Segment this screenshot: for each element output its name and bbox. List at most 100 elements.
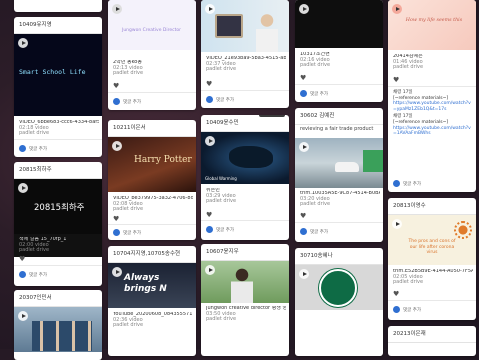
add-comment[interactable]: 댓글 추가 — [206, 96, 234, 103]
thumbnail-text: 20815최하주 — [34, 203, 85, 213]
play-icon[interactable] — [392, 4, 402, 14]
like-icon[interactable]: ♥ — [300, 74, 306, 82]
comment-link[interactable]: https://www.youtube.com/watch?v=ypaMz1ZE… — [393, 101, 472, 112]
play-icon[interactable] — [112, 267, 122, 277]
post-info: 2학년 동ko동 02:13 video padlet drive — [113, 60, 193, 77]
post-info: 책에 걸음 15_70fp_1 02:00 video padlet drive — [14, 234, 102, 257]
like-icon[interactable]: ♥ — [300, 212, 306, 220]
video-thumbnail[interactable] — [295, 0, 383, 48]
add-comment[interactable]: 댓글 추가 — [393, 180, 421, 187]
play-icon[interactable] — [392, 219, 402, 229]
like-icon[interactable]: ♥ — [393, 290, 399, 298]
user-icon — [206, 226, 213, 233]
post-subtitle: revieving a fair trade product — [300, 126, 374, 132]
add-comment[interactable]: 댓글 추가 — [393, 306, 421, 313]
post-card[interactable]: 10211이은서 Harry Potter VIDEO_be379975-3a3… — [108, 120, 196, 240]
post-title: 20815최하주 — [14, 162, 102, 179]
post-author: padlet drive — [206, 316, 237, 322]
post-info: VIDEO_be379975-3a32-4706-8dee-8c... 02:0… — [113, 196, 193, 213]
post-card[interactable]: 30602 김예진 revieving a fair trade product… — [295, 108, 383, 242]
add-comment[interactable]: 댓글 추가 — [19, 271, 47, 278]
video-thumbnail[interactable]: The pros and cons of our life after coro… — [388, 215, 476, 265]
video-thumbnail[interactable] — [295, 138, 383, 188]
post-card[interactable]: 10607윤지우 Jungwon creative director 평생 영상… — [201, 244, 289, 356]
user-icon — [19, 271, 26, 278]
post-title: 10409유지영 — [14, 17, 102, 34]
play-icon[interactable] — [205, 265, 215, 275]
card-actions[interactable]: ✎ ⋮ — [259, 115, 285, 117]
video-thumbnail[interactable]: Smart School Life — [14, 34, 102, 116]
like-icon[interactable]: ♥ — [19, 255, 25, 263]
play-icon[interactable] — [112, 4, 122, 14]
user-icon — [300, 228, 307, 235]
like-icon[interactable]: ♥ — [393, 76, 399, 84]
post-card[interactable]: 10409유지영 Smart School Life VIDEO_6bbe683… — [14, 17, 102, 157]
starbucks-logo-icon — [319, 269, 357, 307]
video-thumbnail[interactable] — [14, 307, 102, 352]
post-author: padlet drive — [113, 70, 144, 76]
video-thumbnail[interactable]: Jungwon Creative Director — [108, 0, 196, 50]
play-icon[interactable] — [18, 38, 28, 48]
add-comment-label: 댓글 추가 — [403, 307, 421, 313]
post-card[interactable]: 20307인민서 — [14, 290, 102, 360]
add-comment[interactable]: 댓글 추가 — [300, 90, 328, 97]
post-author: padlet drive — [19, 247, 50, 253]
video-thumbnail[interactable] — [295, 265, 383, 310]
post-card[interactable]: 10704지지영,10705송수현 Always brings N YouTub… — [108, 246, 196, 356]
video-thumbnail[interactable]: How my life seems this — [388, 0, 476, 50]
comment-link[interactable]: https://www.youtube.com/watch?v=1AVAaFmB… — [393, 126, 472, 137]
thumbnail-text: How my life seems this — [405, 18, 463, 23]
play-icon[interactable] — [18, 183, 28, 193]
post-info: VIDEO_21e93ba9-5ba3-4515-abdf-8... 02:37… — [206, 56, 286, 73]
video-thumbnail[interactable] — [201, 261, 289, 303]
post-info: 10317조건현 02:16 video padlet drive — [300, 52, 380, 69]
post-title: 20213이은재 — [388, 326, 476, 343]
video-thumbnail[interactable]: 20815최하주 — [14, 179, 102, 234]
post-title: 20813이영수 — [388, 198, 476, 215]
post-author: padlet drive — [393, 64, 424, 70]
play-icon[interactable] — [205, 136, 215, 146]
like-icon[interactable]: ♥ — [206, 80, 212, 88]
presenter-figure — [231, 267, 253, 303]
add-comment[interactable]: 댓글 추가 — [113, 229, 141, 236]
add-comment[interactable]: 댓글 추가 — [113, 98, 141, 105]
post-card[interactable]: 20813이영수 The pros and cons of our life a… — [388, 198, 476, 320]
add-comment-label: 댓글 추가 — [29, 146, 47, 152]
add-comment[interactable]: 댓글 추가 — [300, 228, 328, 235]
post-author: padlet drive — [206, 198, 237, 204]
play-icon[interactable] — [299, 142, 309, 152]
post-card[interactable]: 10317조건현 02:16 video padlet drive ♥ 댓글 추… — [295, 0, 383, 102]
like-icon[interactable]: ♥ — [206, 211, 212, 219]
thumbnail-text: The pros and cons of our life after coro… — [408, 239, 456, 255]
post-card[interactable]: 20213이은재 — [388, 326, 476, 356]
video-thumbnail[interactable]: Global Warming — [201, 132, 289, 184]
post-card[interactable]: Jungwon Creative Director 2학년 동ko동 02:13… — [108, 0, 196, 110]
like-icon[interactable]: ♥ — [113, 215, 119, 223]
like-icon[interactable]: ♥ — [113, 82, 119, 90]
user-icon — [113, 229, 120, 236]
add-comment[interactable]: 댓글 추가 — [19, 145, 47, 152]
add-comment[interactable]: 댓글 추가 — [206, 226, 234, 233]
thumbnail-text: Smart School Life — [19, 68, 86, 76]
post-card[interactable]: How my life seems this 20414김예은 01:46 vi… — [388, 0, 476, 192]
play-icon[interactable] — [205, 4, 215, 14]
post-card[interactable]: 10409윤수민 ✎ ⋮ Global Warming 취흔빈 03:29 vi… — [201, 115, 289, 240]
post-info: trim.E52B5B9E-4144-A050-7F5A-7F3... 02:0… — [393, 269, 473, 286]
thumbnail-text: Jungwon Creative Director — [122, 28, 181, 33]
add-comment-label: 댓글 추가 — [216, 227, 234, 233]
play-icon[interactable] — [299, 269, 309, 279]
post-card[interactable]: 20815최하주 20815최하주 책에 걸음 15_70fp_1 02:00 … — [14, 162, 102, 286]
video-thumbnail[interactable]: Harry Potter — [108, 137, 196, 192]
post-author: padlet drive — [300, 62, 331, 68]
video-thumbnail[interactable]: Always brings N — [108, 263, 196, 308]
play-icon[interactable] — [18, 311, 28, 321]
user-icon — [113, 98, 120, 105]
post-card-col1-top[interactable] — [14, 0, 102, 12]
play-icon[interactable] — [112, 141, 122, 151]
play-icon[interactable] — [299, 4, 309, 14]
post-author: padlet drive — [300, 201, 331, 207]
post-card[interactable]: 30710송혜나 — [295, 248, 383, 356]
add-comment-label: 댓글 추가 — [310, 229, 328, 235]
post-card[interactable]: VIDEO_21e93ba9-5ba3-4515-abdf-8... 02:37… — [201, 0, 289, 108]
video-thumbnail[interactable] — [201, 0, 289, 52]
